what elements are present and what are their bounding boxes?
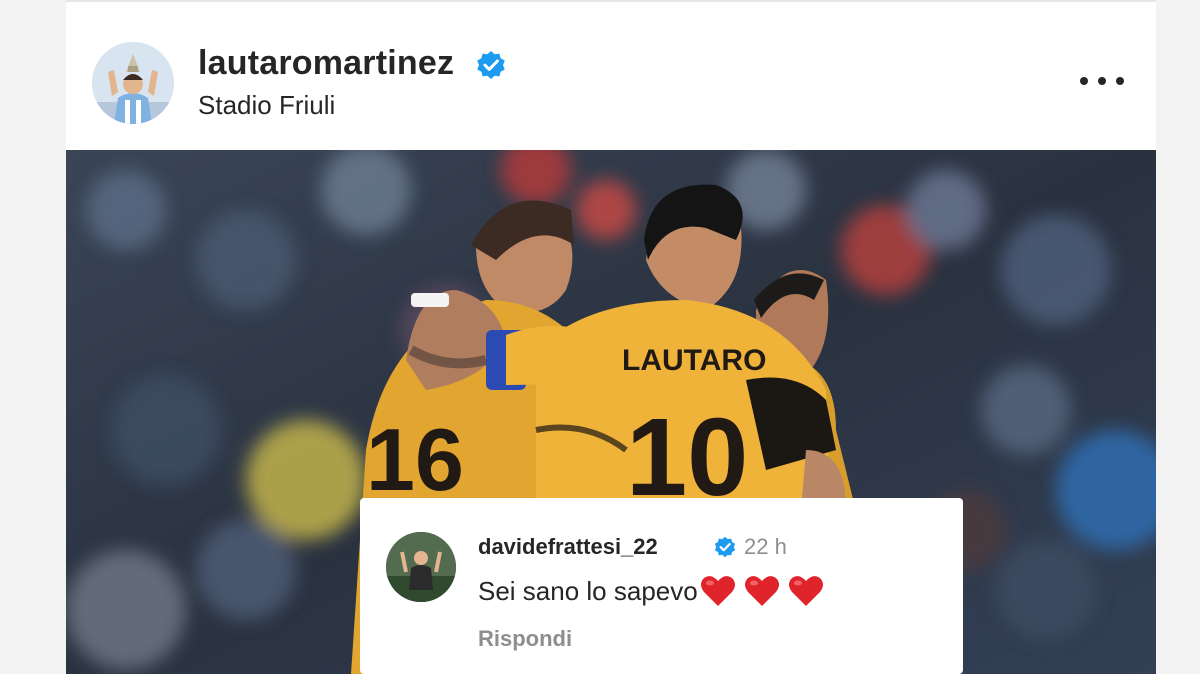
- top-divider: [66, 0, 1156, 2]
- post-header: lautaromartinez Stadio Friuli: [66, 40, 1156, 130]
- jersey-name: LAUTARO: [622, 344, 766, 377]
- comment-timestamp: 22 h: [744, 534, 787, 559]
- verified-badge-icon: [714, 536, 736, 558]
- reply-button[interactable]: Rispondi: [478, 626, 572, 652]
- post-username[interactable]: lautaromartinez: [198, 44, 454, 83]
- profile-avatar[interactable]: [92, 42, 174, 124]
- comment-text: Sei sano lo sapevo: [478, 575, 698, 606]
- comment-avatar[interactable]: [386, 532, 456, 602]
- comment-text-row: Sei sano lo sapevo: [478, 574, 824, 608]
- verified-badge-icon: [477, 51, 505, 79]
- comment-username[interactable]: davidefrattesi_22: [478, 534, 658, 560]
- instagram-post: lautaromartinez Stadio Friuli 16 LAUTARO…: [66, 0, 1156, 674]
- post-location[interactable]: Stadio Friuli: [198, 90, 335, 121]
- heart-emoji-icon: [744, 576, 779, 606]
- heart-emoji-icon: [788, 576, 823, 606]
- comment-card: davidefrattesi_22 22 h Sei sano lo sapev…: [360, 498, 963, 674]
- hearts-emoji-group: [700, 574, 824, 608]
- heart-emoji-icon: [700, 576, 735, 606]
- more-options-icon[interactable]: [1080, 66, 1124, 96]
- jersey-number-16: 16: [366, 410, 464, 509]
